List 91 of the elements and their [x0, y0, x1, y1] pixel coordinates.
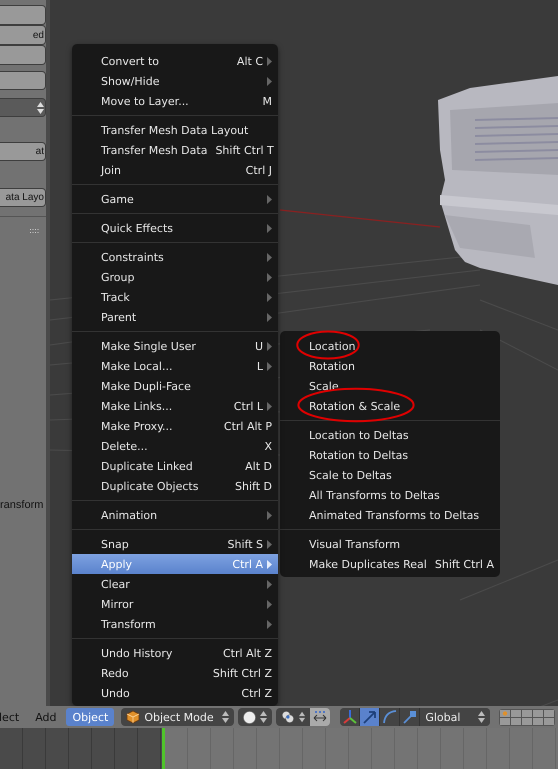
updown-arrows-icon	[299, 711, 306, 723]
menu-item[interactable]: Make Single User U	[72, 336, 278, 356]
shortcut-label: Shift Ctrl A	[434, 558, 494, 570]
shortcut-label: L	[256, 360, 263, 372]
shortcut-label: Alt C	[236, 54, 263, 68]
menu-item[interactable]: Redo Shift Ctrl Z	[72, 663, 278, 683]
current-frame-line	[162, 728, 165, 769]
arc-icon	[382, 709, 398, 725]
menu-item[interactable]: Transfer Mesh Data Layout	[72, 120, 278, 140]
menu-item[interactable]: Make Dupli-Face	[72, 376, 278, 396]
menu-item[interactable]: Constraints	[72, 247, 278, 267]
shortcut-label: Ctrl J	[246, 164, 272, 176]
pivot-dropdown[interactable]	[276, 708, 310, 726]
section-label: ransform	[0, 499, 44, 511]
horizontal-arrows-icon	[312, 710, 328, 724]
shading-dropdown[interactable]	[238, 708, 272, 726]
arrow-icon	[362, 709, 378, 725]
menu-item[interactable]: Join Ctrl J	[72, 160, 278, 180]
toggle-button[interactable]	[310, 708, 330, 726]
menu-item[interactable]: Rotation & Scale	[280, 396, 500, 416]
menu-item[interactable]: Visual Transform	[280, 534, 500, 554]
cube-icon	[126, 710, 140, 724]
arc-toggle[interactable]	[380, 708, 400, 726]
header-menu[interactable]: Object	[66, 708, 114, 726]
panel-button[interactable]: ata Layo	[0, 188, 46, 207]
menu-item[interactable]: Rotation to Deltas	[280, 445, 500, 465]
menu-item[interactable]: Duplicate Linked Alt D	[72, 456, 278, 476]
menu-item[interactable]: Undo Ctrl Z	[72, 683, 278, 703]
menu-item[interactable]: Make Links... Ctrl L	[72, 396, 278, 416]
menu-item[interactable]: Quick Effects	[72, 218, 278, 238]
updown-arrows-icon	[37, 102, 44, 114]
shortcut-label: Ctrl Z	[241, 686, 272, 700]
menu-item[interactable]: Group	[72, 267, 278, 287]
axes-toggle[interactable]	[340, 708, 360, 726]
panel-button[interactable]	[0, 71, 46, 90]
menu-item[interactable]: Convert to Alt C	[72, 51, 278, 71]
menu-item[interactable]: Parent	[72, 307, 278, 327]
updown-arrows-icon	[478, 711, 486, 723]
menu-item[interactable]: All Transforms to Deltas	[280, 485, 500, 505]
pivot-icon	[281, 710, 296, 724]
menu-item[interactable]: Make Duplicates Real Shift Ctrl A	[280, 554, 500, 574]
scale-handle-icon	[402, 709, 418, 725]
orientation-label: Global	[425, 710, 462, 724]
menu-item[interactable]: Clear	[72, 574, 278, 594]
shortcut-label: U	[254, 340, 263, 352]
shortcut-label: Ctrl A	[232, 558, 263, 570]
menu-item[interactable]: Location	[280, 336, 500, 356]
shortcut-label: Shift Ctrl Z	[212, 666, 272, 680]
shortcut-label: Alt D	[245, 460, 272, 472]
header-menu[interactable]: Add	[29, 708, 62, 726]
menu-item[interactable]: Scale to Deltas	[280, 465, 500, 485]
menu-item[interactable]: Animated Transforms to Deltas	[280, 505, 500, 525]
shortcut-label: Ctrl Alt P	[224, 420, 272, 432]
panel-button[interactable]: ed	[0, 25, 46, 45]
menu-item[interactable]: Animation	[72, 505, 278, 525]
shortcut-label: Shift D	[235, 480, 272, 492]
shortcut-label: M	[262, 94, 272, 108]
shortcut-label: X	[264, 440, 272, 452]
menu-item[interactable]: Game	[72, 189, 278, 209]
scale-toggle[interactable]	[400, 708, 420, 726]
menu-item[interactable]: Make Local... L	[72, 356, 278, 376]
menu-item[interactable]: Undo History Ctrl Alt Z	[72, 643, 278, 663]
shortcut-label: Ctrl L	[234, 400, 263, 412]
panel-button[interactable]	[0, 45, 46, 65]
menu-item[interactable]: Show/Hide	[72, 71, 278, 91]
menu-item[interactable]: Mirror	[72, 594, 278, 614]
menu-item[interactable]: Delete... X	[72, 436, 278, 456]
menu-item[interactable]: Move to Layer... M	[72, 91, 278, 111]
shortcut-label: Ctrl Alt Z	[223, 646, 272, 660]
arrow-toggle[interactable]	[360, 708, 380, 726]
menu-item[interactable]: Location to Deltas	[280, 425, 500, 445]
updown-arrows-icon	[222, 711, 230, 723]
panel-button[interactable]: at	[0, 142, 46, 161]
menu-item[interactable]: Rotation	[280, 356, 500, 376]
panel-dropdown[interactable]	[0, 98, 46, 117]
header-menu[interactable]: lect	[0, 708, 26, 726]
mode-dropdown[interactable]: Object Mode	[121, 708, 234, 726]
updown-arrows-icon	[260, 711, 268, 723]
axes-icon	[342, 709, 358, 725]
menu-item[interactable]: Transform	[72, 614, 278, 634]
sphere-icon	[243, 710, 256, 724]
menu-item[interactable]: Make Proxy... Ctrl Alt P	[72, 416, 278, 436]
menu-item[interactable]: Transfer Mesh Data Shift Ctrl T	[72, 140, 278, 160]
mode-label: Object Mode	[144, 710, 215, 724]
menu-item[interactable]: Duplicate Objects Shift D	[72, 476, 278, 496]
panel-button[interactable]	[0, 5, 46, 25]
shortcut-label: Shift Ctrl T	[215, 144, 274, 156]
shortcut-label: Shift S	[228, 538, 263, 550]
menu-item[interactable]: Track	[72, 287, 278, 307]
menu-item[interactable]: Snap Shift S	[72, 534, 278, 554]
layer-grid[interactable]	[499, 708, 556, 726]
